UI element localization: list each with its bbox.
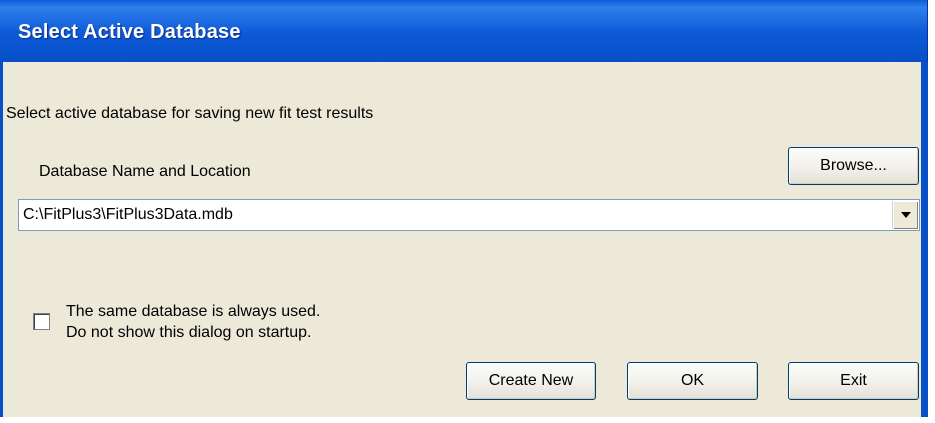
database-location-label: Database Name and Location (39, 163, 251, 180)
create-new-button[interactable]: Create New (466, 362, 596, 400)
dialog-body: Select active database for saving new fi… (3, 62, 921, 417)
background-bottom (0, 417, 935, 423)
chevron-down-icon (901, 212, 911, 218)
database-path-value: C:\FitPlus3\FitPlus3Data.mdb (23, 206, 233, 223)
title-bar[interactable]: Select Active Database (0, 0, 928, 62)
dropdown-arrow-button[interactable] (892, 201, 918, 229)
checkbox-label-line2: Do not show this dialog on startup. (66, 324, 312, 341)
background-right (928, 0, 935, 423)
browse-button[interactable]: Browse... (788, 147, 919, 185)
ok-button[interactable]: OK (627, 362, 758, 400)
always-use-database-checkbox[interactable] (33, 313, 50, 330)
checkbox-label-line1: The same database is always used. (66, 303, 321, 320)
database-path-combobox[interactable]: C:\FitPlus3\FitPlus3Data.mdb (18, 199, 920, 231)
window-title: Select Active Database (18, 21, 241, 43)
window-frame-right (921, 62, 928, 417)
instruction-text: Select active database for saving new fi… (6, 105, 374, 122)
select-database-dialog: Select Active Database Select active dat… (0, 0, 935, 423)
exit-button[interactable]: Exit (788, 362, 919, 400)
